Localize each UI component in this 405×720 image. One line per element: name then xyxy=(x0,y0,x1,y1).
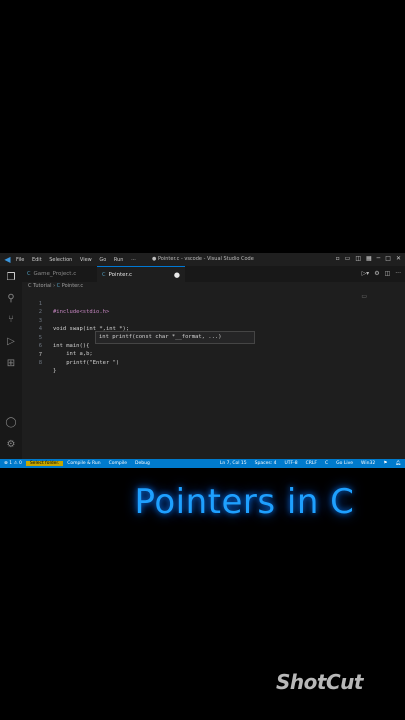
c-file-icon: C xyxy=(102,272,106,278)
layout-icon[interactable]: ▫ xyxy=(336,255,340,262)
eol-status[interactable]: CRLF xyxy=(302,461,321,466)
search-icon[interactable]: ⚲ xyxy=(5,293,17,305)
line-text: printf("Enter ") xyxy=(53,360,120,366)
select-folder-status[interactable]: Select folder. xyxy=(25,461,64,466)
code-line: 8 } xyxy=(22,351,57,374)
vscode-window: ◀ File Edit Selection View Go Run ··· ● … xyxy=(0,253,405,468)
more-actions-icon[interactable]: ··· xyxy=(395,270,401,277)
editor-tabs: C Game_Project.c C Pointer.c ● ▷▾ ⚙ ◫ ··… xyxy=(22,266,405,283)
run-debug-icon[interactable]: ▷ xyxy=(5,336,17,348)
window-title: ● Pointer.c - vscode - Visual Studio Cod… xyxy=(152,256,254,262)
extensions-icon[interactable]: ⊞ xyxy=(5,358,17,370)
menu-selection[interactable]: Selection xyxy=(49,257,72,263)
compile-run-button[interactable]: Compile & Run xyxy=(63,461,104,466)
split-editor-icon[interactable]: ◫ xyxy=(385,270,391,277)
code-line: 4 xyxy=(22,317,42,332)
close-icon[interactable]: ✕ xyxy=(396,255,401,262)
video-title-text: Pointers in C xyxy=(134,482,355,522)
menu-view[interactable]: View xyxy=(80,257,92,263)
editor-actions: ▷▾ ⚙ ◫ ··· xyxy=(362,270,401,277)
split-icon[interactable]: ◫ xyxy=(355,255,361,262)
status-right: Ln 7, Col 15 Spaces: 4 UTF-8 CRLF C Go L… xyxy=(216,461,405,466)
status-bar: ⊗ 1 ⚠ 0 Select folder. Compile & Run Com… xyxy=(0,459,405,468)
panel-icon[interactable]: ▭ xyxy=(345,255,351,262)
line-number: 8 xyxy=(38,360,42,366)
line-text: #include<stdio.h> xyxy=(53,309,110,315)
title-bar: ◀ File Edit Selection View Go Run ··· ● … xyxy=(0,253,405,266)
cursor-position[interactable]: Ln 7, Col 15 xyxy=(216,461,251,466)
source-control-icon[interactable]: ⑂ xyxy=(5,314,17,326)
menu-run[interactable]: Run xyxy=(114,257,124,263)
line-text: } xyxy=(53,368,57,374)
shotcut-watermark: ShotCut xyxy=(276,670,363,694)
menu-edit[interactable]: Edit xyxy=(32,257,42,263)
line-text: int a,b; xyxy=(53,351,93,357)
code-line-active: 7 printf("Enter ") xyxy=(22,343,120,366)
grid-icon[interactable]: ▦ xyxy=(366,255,372,262)
tab-pointer[interactable]: C Pointer.c ● xyxy=(97,266,185,283)
menu-more[interactable]: ··· xyxy=(131,257,136,263)
breadcrumb-folder[interactable]: C Tutorial xyxy=(28,283,51,289)
language-status[interactable]: C xyxy=(321,461,332,466)
menu-go[interactable]: Go xyxy=(99,257,106,263)
signature-help-tooltip: int printf(const char *__format, ...) xyxy=(95,331,255,344)
breadcrumb-file[interactable]: Pointer.c xyxy=(62,283,83,289)
debug-button[interactable]: Debug xyxy=(131,461,154,466)
account-icon[interactable]: ◯ xyxy=(5,417,17,429)
indentation-status[interactable]: Spaces: 4 xyxy=(251,461,281,466)
code-line: 6 int a,b; xyxy=(22,334,93,357)
vscode-logo-icon: ◀ xyxy=(4,255,11,264)
activity-bar: ❐ ⚲ ⑂ ▷ ⊞ ◯ ⚙ xyxy=(0,266,22,459)
settings-gear-icon[interactable]: ⚙ xyxy=(5,439,17,451)
platform-status[interactable]: Win32 xyxy=(357,461,379,466)
compile-button[interactable]: Compile xyxy=(105,461,131,466)
run-icon[interactable]: ▷▾ xyxy=(362,270,370,277)
code-editor[interactable]: 1 #include<stdio.h> 2 3 void swap(int *,… xyxy=(22,292,405,459)
tab-game-project[interactable]: C Game_Project.c xyxy=(22,266,107,282)
problems-status[interactable]: ⊗ 1 ⚠ 0 xyxy=(0,461,26,466)
code-line: 5 int main(){ xyxy=(22,326,90,349)
feedback-icon[interactable]: ⚑ xyxy=(379,461,391,466)
explorer-icon[interactable]: ❐ xyxy=(5,272,17,284)
c-file-icon: C xyxy=(27,271,31,277)
menu-file[interactable]: File xyxy=(16,257,24,263)
menu-bar: File Edit Selection View Go Run ··· xyxy=(16,257,142,263)
settings-icon[interactable]: ⚙ xyxy=(374,270,379,277)
code-line: 1 #include<stdio.h> xyxy=(22,292,110,315)
notifications-bell-icon[interactable]: 🔔︎ xyxy=(391,461,405,466)
window-controls: ▫ ▭ ◫ ▦ ─ □ ✕ xyxy=(336,255,401,262)
line-text: int main(){ xyxy=(53,343,90,349)
code-line: 2 xyxy=(22,300,42,315)
video-title-overlay: Pointers in C xyxy=(0,482,405,522)
c-file-icon: C xyxy=(56,283,61,289)
code-line: 3 void swap(int *,int *); xyxy=(22,309,129,332)
maximize-icon[interactable]: □ xyxy=(385,255,391,262)
minimize-icon[interactable]: ─ xyxy=(377,255,381,262)
tab-label: Pointer.c xyxy=(108,272,133,278)
go-live-button[interactable]: Go Live xyxy=(332,461,357,466)
modified-dot-icon[interactable]: ● xyxy=(174,271,180,279)
tab-label: Game_Project.c xyxy=(33,271,77,277)
breadcrumb: C Tutorial › C Pointer.c xyxy=(28,283,83,289)
encoding-status[interactable]: UTF-8 xyxy=(281,461,302,466)
